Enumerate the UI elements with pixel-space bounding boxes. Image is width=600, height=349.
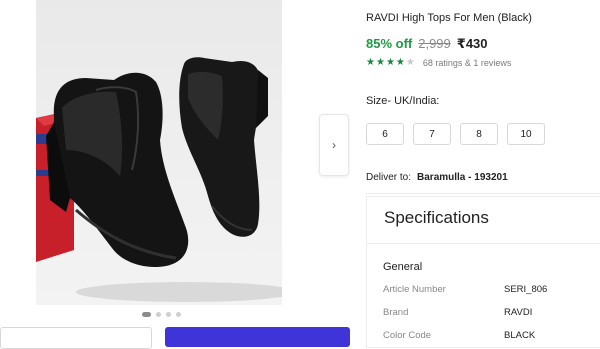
next-image-button[interactable]: ›: [319, 114, 349, 176]
discount-percent: 85% off: [366, 36, 413, 51]
product-image[interactable]: [36, 0, 282, 305]
spec-row: Article Number SERI_806: [383, 284, 600, 295]
spec-key: Article Number: [383, 284, 446, 295]
product-title: RAVDI High Tops For Men (Black): [366, 12, 532, 24]
star-icon: ★: [375, 57, 385, 68]
rating-row[interactable]: ★ ★ ★ ★ ★ 68 ratings & 1 reviews: [366, 58, 512, 69]
star-icon: ★: [366, 57, 375, 68]
specifications-heading: Specifications: [384, 208, 489, 227]
section-divider: [366, 193, 600, 194]
star-rating: ★ ★ ★ ★ ★: [366, 58, 415, 68]
ratings-count[interactable]: 68 ratings & 1 reviews: [423, 58, 512, 68]
carousel-dot[interactable]: [156, 312, 161, 317]
size-option[interactable]: 8: [460, 123, 498, 145]
add-to-cart-button[interactable]: [0, 327, 152, 349]
star-icon: ★: [395, 57, 405, 68]
star-icon: ★: [385, 57, 395, 68]
spec-value: RAVDI: [504, 307, 533, 318]
original-price: 2,999: [418, 36, 451, 51]
spec-value: BLACK: [504, 330, 536, 341]
price-row: 85% off 2,999 ₹430: [366, 36, 488, 52]
delivery-info[interactable]: Deliver to: Baramulla - 193201: [366, 172, 508, 183]
carousel-dot[interactable]: [142, 312, 151, 317]
deliver-label: Deliver to:: [366, 172, 412, 183]
star-icon: ★: [405, 57, 415, 68]
selling-price: ₹430: [456, 36, 488, 51]
boots-illustration: [36, 57, 282, 302]
spec-row: Brand RAVDI: [383, 307, 600, 318]
chevron-right-icon: ›: [332, 138, 336, 152]
spec-key: Brand: [383, 307, 409, 318]
size-option[interactable]: 10: [507, 123, 545, 145]
size-option[interactable]: 7: [413, 123, 451, 145]
spec-value: SERI_806: [504, 284, 548, 295]
spec-section-general: General: [383, 261, 423, 273]
specifications-divider: [366, 243, 600, 244]
carousel-dot[interactable]: [176, 312, 181, 317]
size-label: Size- UK/India:: [366, 95, 440, 107]
size-options: 6 7 8 10: [366, 123, 545, 145]
spec-key: Color Code: [383, 330, 432, 341]
spec-row: Color Code BLACK: [383, 330, 600, 341]
buy-now-button[interactable]: [165, 327, 350, 347]
delivery-location: Baramulla - 193201: [417, 172, 508, 183]
size-option[interactable]: 6: [366, 123, 404, 145]
image-carousel-dots: [142, 312, 182, 320]
carousel-dot[interactable]: [166, 312, 171, 317]
